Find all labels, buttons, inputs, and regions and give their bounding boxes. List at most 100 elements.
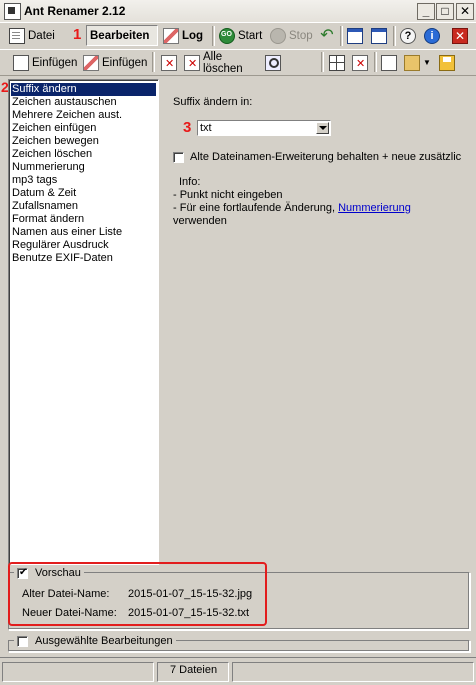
add-folder-button[interactable]: Einfügen (80, 52, 148, 73)
main-toolbar: Datei 1 Bearbeiten Log Start Stop ↶ ? i … (0, 22, 476, 50)
nummerierung-link[interactable]: Nummerierung (338, 202, 411, 214)
add-folder-label: Einfügen (102, 56, 148, 69)
options-icon (371, 27, 387, 44)
separator (152, 52, 155, 72)
start-label: Start (238, 29, 263, 42)
datei-button[interactable]: Datei (6, 25, 68, 46)
help-icon: ? (400, 27, 416, 44)
exit-icon: ✕ (452, 27, 468, 44)
status-panel-right (232, 662, 474, 682)
log-icon (163, 27, 179, 44)
info-line-1: - Punkt nicht eingeben (173, 189, 283, 201)
log-label: Log (182, 29, 204, 42)
list-item[interactable]: Zeichen austauschen (11, 96, 156, 109)
suffix-select[interactable]: txt (197, 120, 331, 136)
window-title: Ant Renamer 2.12 (24, 4, 126, 18)
clear-all-icon (184, 54, 200, 71)
suffix-label: Suffix ändern in: (173, 96, 253, 108)
remove-batch-button[interactable] (349, 52, 371, 73)
suffix-value: txt (200, 122, 212, 134)
status-panel-left (2, 662, 154, 682)
list-item[interactable]: Zeichen löschen (11, 148, 156, 161)
callout-1: 1 (73, 26, 82, 43)
list-item[interactable]: Format ändern (11, 213, 156, 226)
close-button[interactable]: ✕ (456, 3, 474, 20)
list-item[interactable]: Datum & Zeit (11, 187, 156, 200)
list-item[interactable]: Zeichen bewegen (11, 135, 156, 148)
minimize-button[interactable]: _ (417, 3, 435, 20)
list-item[interactable]: Mehrere Zeichen aust. (11, 109, 156, 122)
status-bar: 7 Dateien (0, 657, 476, 685)
page-icon (381, 54, 397, 71)
stop-icon (270, 27, 286, 44)
bearbeiten-label: Bearbeiten (90, 29, 150, 42)
title-bar: Ant Renamer 2.12 _ □ ✕ (0, 0, 476, 23)
keep-extension-checkbox[interactable] (173, 152, 184, 163)
folder-icon (404, 54, 420, 71)
windows-icon (347, 27, 363, 44)
remove-icon (161, 54, 177, 71)
add-batch-button[interactable] (326, 52, 348, 73)
selected-ops-checkbox[interactable] (17, 636, 28, 647)
info-icon: i (424, 27, 440, 44)
options-button[interactable] (368, 25, 390, 46)
stop-label: Stop (289, 29, 313, 42)
list-item[interactable]: Suffix ändern (11, 83, 156, 96)
keep-extension-label[interactable]: Alte Dateinamen-Erweiterung behalten + n… (190, 151, 461, 163)
list-item[interactable]: Regulärer Ausdruck (11, 239, 156, 252)
info-line-3: verwenden (173, 215, 227, 227)
bearbeiten-tab[interactable]: Bearbeiten (86, 25, 158, 46)
search-button[interactable] (262, 52, 284, 73)
chevron-down-icon[interactable] (316, 122, 329, 134)
list-item[interactable]: Nummerierung (11, 161, 156, 174)
log-tab[interactable]: Log (160, 25, 208, 46)
add-files-label: Einfügen (32, 56, 78, 69)
info-button[interactable]: i (421, 25, 443, 46)
list-item[interactable]: Zufallsnamen (11, 200, 156, 213)
clear-all-label: Alle löschen (203, 50, 243, 75)
highlight-frame (8, 562, 267, 626)
remove-batch-icon (352, 54, 368, 71)
datei-label: Datei (28, 29, 55, 42)
add-files-icon (13, 54, 29, 71)
info-line-2-text: - Für eine fortlaufende Änderung, (173, 202, 336, 214)
list-item[interactable]: Zeichen einfügen (11, 122, 156, 135)
file-icon (9, 27, 25, 44)
save-icon (439, 54, 455, 71)
exit-button[interactable]: ✕ (449, 25, 471, 46)
go-icon (219, 27, 235, 44)
start-button[interactable]: Start (216, 25, 266, 46)
stop-button[interactable]: Stop (267, 25, 313, 46)
list-item[interactable]: Namen aus einer Liste (11, 226, 156, 239)
separator (321, 52, 324, 72)
info-line-2: - Für eine fortlaufende Änderung, Nummer… (173, 202, 411, 214)
separator (374, 52, 377, 72)
separator (212, 26, 215, 46)
selected-ops-label[interactable]: Ausgewählte Bearbeitungen (35, 635, 173, 647)
undo-button[interactable]: ↶ (316, 25, 338, 46)
add-folder-icon (83, 54, 99, 71)
status-file-count: 7 Dateien (170, 664, 218, 676)
list-item[interactable]: mp3 tags (11, 174, 156, 187)
callout-3: 3 (183, 119, 192, 136)
search-icon (265, 54, 281, 71)
separator (340, 26, 343, 46)
file-toolbar: Einfügen Einfügen Alle löschen ▼ (0, 49, 476, 76)
open-set-button[interactable]: ▼ (401, 52, 431, 73)
actions-list[interactable]: Suffix ändern Zeichen austauschen Mehrer… (8, 79, 159, 565)
new-set-button[interactable] (378, 52, 400, 73)
add-files-button[interactable]: Einfügen (10, 52, 78, 73)
save-set-button[interactable] (436, 52, 458, 73)
windows-button[interactable] (344, 25, 366, 46)
grid-icon (329, 54, 345, 71)
clear-all-button[interactable]: Alle löschen (181, 50, 259, 75)
list-item[interactable]: Benutze EXIF-Daten (11, 252, 156, 265)
app-icon[interactable] (4, 3, 21, 20)
dropdown-arrow-icon: ▼ (423, 58, 431, 67)
help-button[interactable]: ? (397, 25, 419, 46)
remove-selected-button[interactable] (158, 52, 180, 73)
undo-icon: ↶ (320, 26, 334, 44)
info-title: Info: (179, 176, 201, 188)
separator (393, 26, 396, 46)
maximize-button[interactable]: □ (436, 3, 454, 20)
